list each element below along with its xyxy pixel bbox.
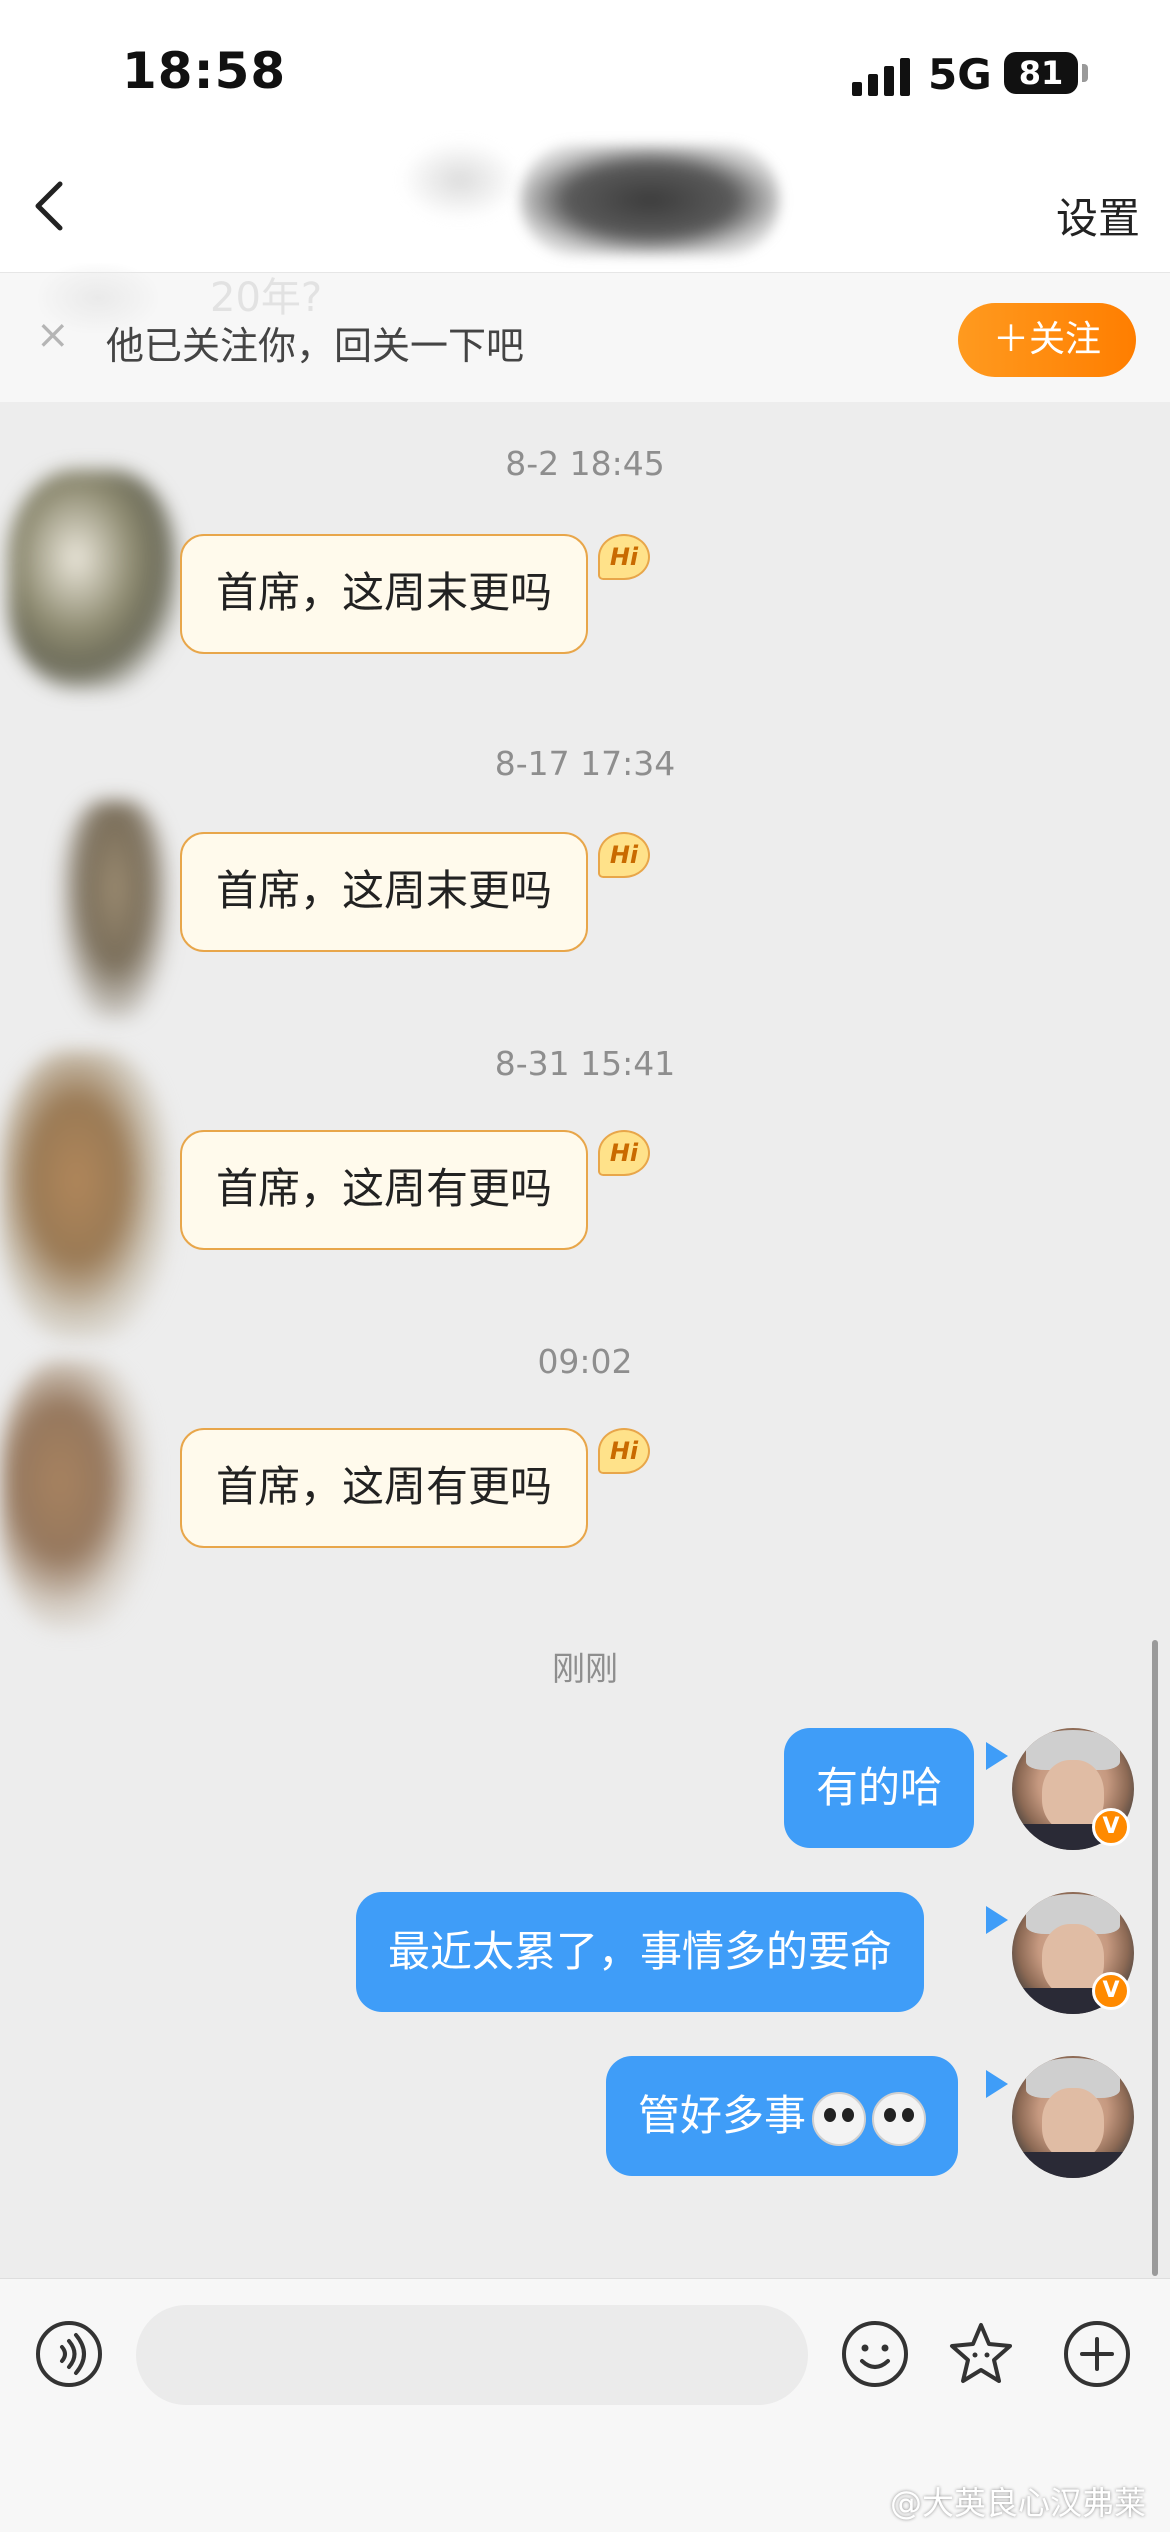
star-icon[interactable] — [946, 2319, 1016, 2389]
sender-avatar[interactable] — [0, 1050, 170, 1340]
incoming-message-bubble[interactable]: 首席，这周末更吗 — [180, 832, 589, 952]
incoming-message-bubble[interactable]: 首席，这周末更吗 — [180, 534, 589, 654]
sender-avatar[interactable] — [8, 470, 178, 690]
battery-icon: 81 — [1004, 52, 1078, 94]
smile-icon[interactable] — [840, 2319, 910, 2389]
outgoing-message-bubble[interactable]: 最近太累了，事情多的要命 — [356, 1892, 925, 2012]
back-icon[interactable] — [22, 176, 82, 236]
status-bar: 18:58 5G 81 — [0, 0, 1170, 140]
follow-banner: 20年? × 他已关注你，回关一下吧 ＋关注 — [0, 263, 1170, 402]
hi-badge: Hi — [598, 534, 650, 580]
close-icon[interactable]: × — [36, 315, 70, 355]
watermark: @大英良心汉弗莱 — [889, 2484, 1146, 2522]
recent-timestamp: 刚刚 — [552, 1649, 618, 1688]
sender-avatar[interactable] — [60, 800, 170, 1020]
my-avatar[interactable] — [1012, 2056, 1134, 2178]
plus-icon[interactable] — [1062, 2319, 1132, 2389]
husky-emoji — [872, 2091, 927, 2146]
title-blur-fade — [400, 140, 520, 220]
status-time: 18:58 — [122, 42, 287, 100]
outgoing-message-bubble[interactable]: 有的哈 — [784, 1728, 975, 1848]
page-title-redacted — [520, 145, 780, 255]
bubble-tail — [986, 1742, 1008, 1770]
outgoing-message-text: 管好多事 — [638, 2091, 807, 2140]
settings-button[interactable]: 设置 — [1056, 185, 1140, 246]
message-timestamp: 8-17 17:34 — [494, 744, 676, 783]
follow-hint-text: 他已关注你，回关一下吧 — [106, 324, 525, 368]
hi-badge: Hi — [598, 1130, 650, 1176]
sender-avatar[interactable] — [0, 1360, 150, 1630]
verified-badge: V — [1092, 1972, 1130, 2010]
verified-badge: V — [1092, 1808, 1130, 1846]
scrollbar[interactable] — [1152, 1640, 1158, 2276]
hi-badge: Hi — [598, 832, 650, 878]
incoming-message-bubble[interactable]: 首席，这周有更吗 — [180, 1130, 589, 1250]
bubble-tail — [986, 2070, 1008, 2098]
hi-badge: Hi — [598, 1428, 650, 1474]
network-type: 5G — [928, 50, 992, 99]
incoming-message-bubble[interactable]: 首席，这周有更吗 — [180, 1428, 589, 1548]
voice-icon[interactable] — [34, 2319, 104, 2389]
message-input[interactable] — [136, 2305, 808, 2405]
signal-icon — [852, 58, 912, 96]
message-timestamp: 09:02 — [537, 1342, 633, 1381]
husky-emoji — [812, 2091, 867, 2146]
message-timestamp: 8-31 15:41 — [494, 1044, 676, 1083]
bubble-tail — [986, 1906, 1008, 1934]
battery-tip — [1082, 64, 1088, 82]
message-timestamp: 8-2 18:45 — [505, 444, 665, 483]
follow-button[interactable]: ＋关注 — [958, 303, 1136, 377]
outgoing-message-bubble[interactable]: 管好多事 — [606, 2056, 959, 2176]
